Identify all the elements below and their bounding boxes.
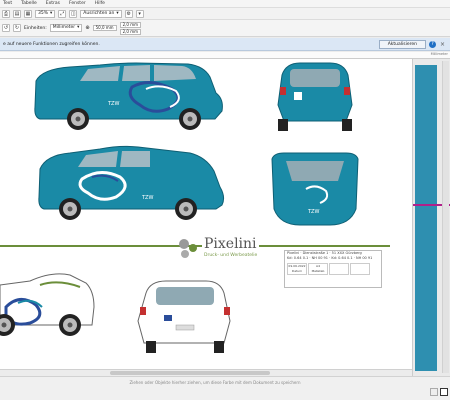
- dup-x-field[interactable]: 2,0 mm: [119, 21, 142, 28]
- menu-window[interactable]: Fenster: [69, 1, 86, 6]
- menu-extras[interactable]: Extras: [46, 1, 60, 6]
- nudge-field[interactable]: 50,0 mm: [92, 25, 117, 31]
- launch-icon[interactable]: ▾: [135, 9, 144, 18]
- info-cells: 09.06.2022 Datum A4 Maßstab: [285, 263, 381, 275]
- info-header-line-2: Kd: 0.64 0.1 · NH 00 91 · Kd: 0.64 0.1 ·…: [287, 256, 373, 260]
- standard-toolbar: ⎙ ▤ ▦ 35% ▾ ⤢ ◫ Ausrichten an ▾ ⚙ ▾: [0, 8, 450, 20]
- info-cell-scale: A4 Maßstab: [308, 263, 328, 275]
- menu-bar: Text Tabelle Extras Fenster Hilfe: [0, 0, 450, 8]
- artwork-svg: TZW TZW TZW: [0, 62, 359, 353]
- units-label: Einheiten:: [24, 25, 47, 31]
- outline-indicator[interactable]: [440, 388, 448, 396]
- nudge-value: 50,0 mm: [95, 25, 114, 30]
- settings-icon[interactable]: ⚙: [124, 9, 133, 18]
- dup-y-field[interactable]: 2,0 mm: [119, 28, 142, 35]
- scrollbar-thumb[interactable]: [110, 371, 270, 375]
- units-value: Millimeter: [52, 25, 76, 30]
- info-cell-date-label: Datum: [291, 269, 303, 273]
- info-cell-date-value: 09.06.2022: [288, 264, 306, 268]
- zoom-select[interactable]: 35% ▾: [35, 9, 56, 18]
- menu-help[interactable]: Hilfe: [95, 1, 105, 6]
- ruler-unit-label: Millimeter: [430, 52, 448, 56]
- info-cell-date: 09.06.2022 Datum: [287, 263, 307, 275]
- car-top-view: TZW: [271, 152, 359, 226]
- units-select[interactable]: Millimeter ▾: [49, 24, 83, 32]
- car-logo-text-1: TZW: [107, 101, 119, 107]
- notification-message: e auf neuere Funktionen zugreifen können…: [3, 41, 100, 47]
- chevron-down-icon: ▾: [116, 10, 119, 16]
- palette-hint: Ziehen oder Objekte hierher ziehen, um d…: [129, 380, 301, 385]
- document-info-table: Pixelini · Dienststraße 1 · 51 XXX Gürzb…: [284, 250, 382, 288]
- status-bar: Ziehen oder Objekte hierher ziehen, um d…: [0, 376, 450, 400]
- info-cell-scale-value: A4: [316, 264, 320, 268]
- rotate-left-icon[interactable]: ↺: [2, 24, 10, 32]
- car-logo-text-2: TZW: [141, 195, 153, 201]
- chevron-down-icon: ▾: [50, 10, 53, 16]
- brand-tagline: Druck- und Werbeatelie: [204, 253, 258, 258]
- rotate-right-icon[interactable]: ↻: [13, 24, 21, 32]
- print-icon[interactable]: ⎙: [2, 9, 10, 18]
- nudge-icon: ⊕: [85, 25, 90, 31]
- vertical-scrollbar[interactable]: [442, 61, 449, 373]
- info-cell-3: [329, 263, 349, 275]
- zoom-page-icon[interactable]: ◫: [69, 9, 78, 18]
- info-cell-scale-label: Maßstab: [311, 269, 325, 273]
- car-side-view-2: TZW: [38, 145, 225, 220]
- help-icon[interactable]: ?: [429, 40, 436, 48]
- car-logo-text-3: TZW: [307, 209, 319, 215]
- close-icon[interactable]: ×: [439, 41, 446, 48]
- zoom-value: 35%: [38, 10, 49, 16]
- brand-logo: Pixelini Druck- und Werbeatelie: [176, 236, 266, 264]
- export-icon[interactable]: ▤: [13, 9, 21, 18]
- property-bar: ↺ ↻ Einheiten: Millimeter ▾ ⊕ 50,0 mm 2,…: [0, 20, 450, 37]
- car-white-rear-view: [137, 280, 231, 353]
- chevron-down-icon: ▾: [77, 25, 80, 30]
- fill-indicator[interactable]: [430, 388, 438, 396]
- horizontal-scrollbar[interactable]: [0, 369, 412, 376]
- brand-name: Pixelini: [202, 236, 259, 252]
- info-cell-4: [350, 263, 370, 275]
- car-rear-view: [277, 62, 353, 131]
- car-side-view-1: TZW: [34, 62, 223, 130]
- horizontal-ruler[interactable]: Millimeter: [0, 52, 450, 59]
- update-notification-bar: e auf neuere Funktionen zugreifen können…: [0, 38, 450, 51]
- snap-to-dropdown[interactable]: Ausrichten an ▾: [80, 9, 122, 18]
- snap-label: Ausrichten an: [83, 10, 115, 16]
- publish-icon[interactable]: ▦: [24, 9, 32, 18]
- document-canvas[interactable]: TZW TZW TZW Pixelini Druck- und Werbeate…: [0, 59, 412, 376]
- menu-table[interactable]: Tabelle: [21, 1, 37, 6]
- car-white-side-view: [0, 273, 95, 336]
- dup-y-value: 2,0 mm: [122, 28, 139, 34]
- dup-x-value: 2,0 mm: [122, 21, 139, 27]
- zoom-fit-icon[interactable]: ⤢: [58, 9, 67, 18]
- pixelini-mark-icon: [179, 239, 197, 258]
- menu-text[interactable]: Text: [3, 1, 12, 6]
- duplicate-distance-group: 2,0 mm 2,0 mm: [119, 21, 142, 35]
- color-swatch-blue[interactable]: [415, 65, 437, 371]
- update-button[interactable]: Aktualisieren: [378, 39, 426, 49]
- right-panel: [412, 59, 450, 376]
